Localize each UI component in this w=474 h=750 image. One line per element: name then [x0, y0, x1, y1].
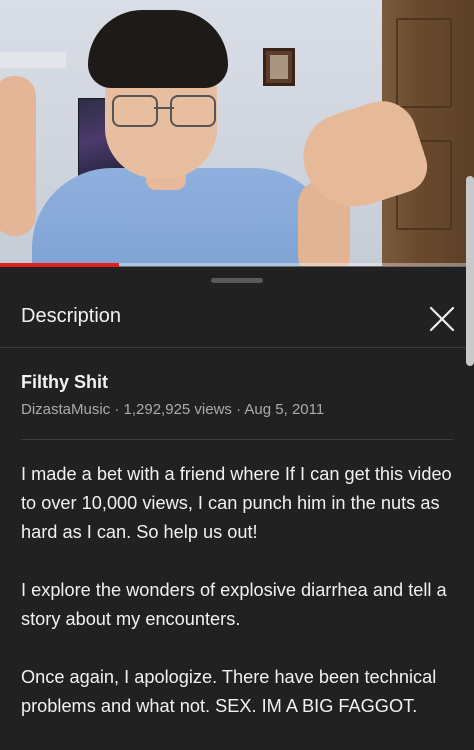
door-panel: [396, 18, 452, 108]
scrollbar[interactable]: [466, 176, 474, 366]
description-text: I made a bet with a friend where If I ca…: [21, 460, 461, 750]
close-button[interactable]: [424, 301, 460, 337]
video-player[interactable]: [0, 0, 474, 266]
sheet-title: Description: [21, 305, 122, 327]
video-title: Filthy Shit: [21, 372, 108, 392]
drag-handle[interactable]: [211, 278, 263, 283]
description-paragraph: Once again, I apologize. There have been…: [21, 667, 437, 716]
video-meta: DizastaMusic · 1,292,925 views · Aug 5, …: [21, 401, 325, 418]
close-icon: [429, 306, 455, 332]
divider: [21, 439, 453, 440]
sheet-header: Description: [0, 287, 474, 348]
description-sheet: Description Filthy Shit DizastaMusic · 1…: [0, 267, 474, 738]
person-hair: [88, 10, 228, 88]
wall-note: [0, 52, 66, 68]
wall-picture-frame: [263, 48, 295, 86]
description-paragraph: I made a bet with a friend where If I ca…: [21, 464, 452, 542]
person-left-hand: [0, 76, 36, 236]
description-paragraph: I explore the wonders of explosive diarr…: [21, 580, 447, 629]
person-glasses: [112, 95, 216, 127]
